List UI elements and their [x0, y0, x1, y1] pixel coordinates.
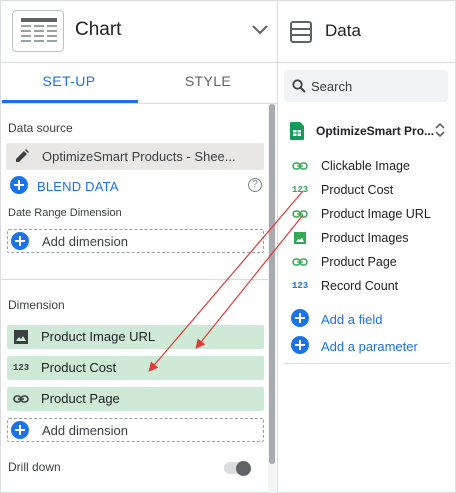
field-product-cost[interactable]: 123 Product Cost — [278, 179, 456, 201]
blend-data-button[interactable]: BLEND DATA — [10, 176, 270, 196]
data-panel-title: Data — [325, 21, 361, 40]
dimension-name: Product Cost — [41, 360, 117, 375]
data-source-selector[interactable]: OptimizeSmart Products - Shee... — [6, 143, 264, 170]
add-dimension-button[interactable]: Add dimension — [7, 418, 264, 442]
add-date-range-dimension[interactable]: Add dimension — [7, 229, 264, 253]
pencil-icon[interactable] — [14, 148, 30, 169]
image-icon — [13, 329, 29, 345]
image-icon — [292, 230, 308, 246]
drill-down-label: Drill down — [8, 460, 61, 474]
chart-properties-panel: Chart SET-UP STYLE Data source OptimizeS… — [0, 0, 278, 493]
search-input[interactable] — [311, 77, 441, 95]
field-name: Clickable Image — [321, 159, 410, 173]
dimension-chip-product-image-url[interactable]: Product Image URL — [7, 325, 264, 349]
date-range-label: Date Range Dimension — [8, 207, 122, 219]
tab-style[interactable]: STYLE — [138, 73, 278, 89]
data-header: Data — [278, 0, 456, 63]
chart-type-icon[interactable] — [12, 10, 64, 52]
search-box[interactable] — [284, 70, 448, 102]
dimension-label: Dimension — [8, 298, 65, 312]
field-product-image-url[interactable]: Product Image URL — [278, 203, 456, 225]
number-icon: 123 — [292, 281, 309, 291]
link-icon — [292, 254, 308, 270]
number-icon: 123 — [292, 185, 309, 195]
field-product-images[interactable]: Product Images — [278, 227, 456, 249]
add-circle-icon — [11, 232, 29, 255]
data-source-label: Data source — [8, 121, 73, 135]
dimension-chip-product-page[interactable]: Product Page — [7, 387, 264, 411]
data-table-icon — [290, 21, 312, 48]
scrollbar-thumb[interactable] — [269, 104, 275, 464]
data-source-name: OptimizeSmart Products - Shee... — [42, 149, 236, 164]
field-name: Product Image URL — [321, 207, 431, 221]
data-panel-divider — [284, 363, 450, 364]
chevron-down-icon[interactable] — [252, 22, 268, 40]
field-name: Product Cost — [321, 183, 394, 197]
data-source-name: OptimizeSmart Pro... — [316, 124, 435, 138]
add-parameter-label: Add a parameter — [321, 339, 418, 354]
field-product-page[interactable]: Product Page — [278, 251, 456, 273]
field-clickable-image[interactable]: Clickable Image — [278, 155, 456, 177]
add-circle-icon — [291, 309, 309, 332]
dimension-name: Product Image URL — [41, 329, 156, 344]
chart-header: Chart — [0, 0, 278, 63]
chart-title: Chart — [75, 19, 122, 40]
expand-collapse-icon[interactable] — [434, 122, 446, 143]
field-record-count[interactable]: 123 Record Count — [278, 275, 456, 297]
add-field-label: Add a field — [321, 312, 383, 327]
add-parameter-button[interactable]: Add a parameter — [278, 334, 456, 358]
drill-down-toggle-knob[interactable] — [236, 461, 251, 476]
data-source-header[interactable]: OptimizeSmart Pro... — [278, 113, 456, 149]
add-dimension-label: Add dimension — [42, 234, 128, 249]
add-circle-icon — [291, 336, 309, 359]
add-field-button[interactable]: Add a field — [278, 307, 456, 331]
search-icon — [292, 79, 306, 98]
link-icon — [13, 391, 29, 407]
field-name: Product Images — [321, 231, 409, 245]
add-dimension-label: Add dimension — [42, 423, 128, 438]
data-panel: Data OptimizeSmart Pro... Clickable Imag… — [278, 0, 456, 493]
chart-tabs: SET-UP STYLE — [0, 63, 278, 103]
link-icon — [292, 206, 308, 222]
blend-data-label: BLEND DATA — [37, 179, 119, 194]
tab-setup[interactable]: SET-UP — [0, 73, 138, 89]
section-divider — [0, 279, 268, 280]
dimension-name: Product Page — [41, 391, 120, 406]
help-icon[interactable]: ? — [248, 178, 262, 192]
tabs-divider — [0, 103, 278, 104]
dimension-chip-product-cost[interactable]: 123 Product Cost — [7, 356, 264, 380]
field-name: Record Count — [321, 279, 399, 293]
add-circle-icon — [11, 421, 29, 444]
google-sheets-icon — [290, 122, 304, 145]
number-icon: 123 — [13, 363, 30, 373]
link-icon — [292, 158, 308, 174]
add-circle-icon — [10, 176, 28, 199]
field-name: Product Page — [321, 255, 397, 269]
